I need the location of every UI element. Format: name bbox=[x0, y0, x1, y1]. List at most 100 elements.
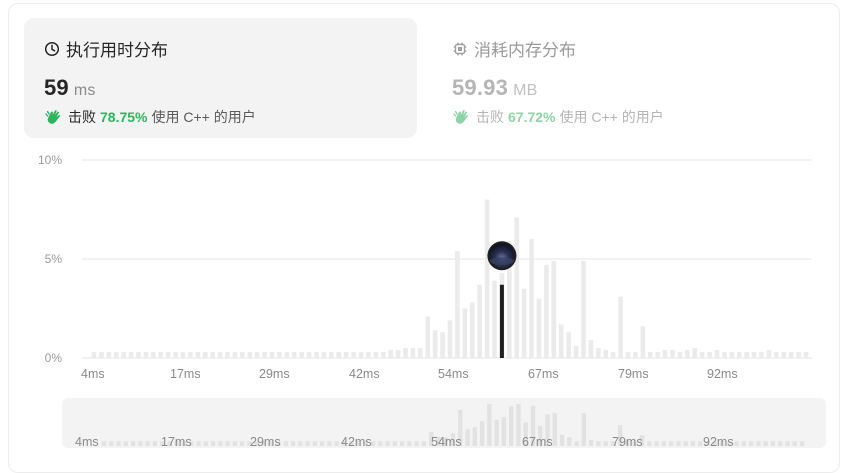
navigator-bar bbox=[465, 429, 470, 446]
distribution-bar bbox=[603, 350, 609, 358]
distribution-bar bbox=[610, 352, 616, 358]
distribution-bar bbox=[388, 350, 393, 358]
distribution-bar bbox=[581, 260, 586, 358]
distribution-bar bbox=[247, 352, 253, 358]
navigator-bar bbox=[414, 441, 419, 446]
navigator-bar bbox=[472, 427, 477, 446]
navigator-bar bbox=[770, 441, 776, 446]
distribution-bar bbox=[143, 352, 149, 358]
navigator-bar bbox=[152, 441, 158, 446]
distribution-bar bbox=[418, 348, 423, 358]
distribution-bar bbox=[662, 350, 668, 358]
x-tick-label: 54ms bbox=[438, 367, 469, 381]
distribution-bar bbox=[173, 352, 178, 358]
navigator-bar bbox=[567, 437, 572, 446]
navigator-bar bbox=[421, 441, 427, 446]
runtime-distribution-chart: 10% 5% 0% 4ms 17ms 29ms 42ms 54ms 67ms 79ms 92ms 4m… bbox=[0, 0, 845, 461]
navigator-bar bbox=[218, 441, 223, 446]
distribution-bar bbox=[180, 352, 186, 358]
y-tick-label: 5% bbox=[45, 252, 63, 266]
navigator-bar bbox=[239, 441, 245, 446]
distribution-bar bbox=[291, 352, 297, 358]
distribution-bar bbox=[128, 352, 134, 358]
distribution-bar bbox=[573, 346, 579, 358]
distribution-bar bbox=[655, 352, 660, 358]
distribution-bar bbox=[225, 352, 230, 358]
y-tick-label: 0% bbox=[45, 351, 63, 365]
navigator-bar bbox=[559, 434, 565, 446]
chart-svg: 10% 5% 0% 4ms 17ms 29ms 42ms 54ms 67ms 79ms 92ms 4m… bbox=[38, 153, 812, 449]
navigator-bar bbox=[756, 441, 761, 446]
distribution-bar bbox=[99, 352, 104, 358]
y-tick-label: 10% bbox=[38, 153, 62, 167]
distribution-bar bbox=[373, 352, 379, 358]
distribution-bar bbox=[744, 352, 749, 358]
distribution-bar bbox=[432, 330, 438, 358]
distribution-bar bbox=[188, 352, 193, 358]
x-tick-label: 29ms bbox=[259, 367, 290, 381]
navigator-bar bbox=[123, 441, 128, 446]
distribution-bar bbox=[380, 352, 386, 358]
navigator-bar bbox=[748, 441, 754, 446]
distribution-bar bbox=[91, 352, 97, 358]
navigator-bar bbox=[676, 441, 681, 446]
distribution-bar bbox=[321, 352, 327, 358]
navigator-bar bbox=[319, 441, 325, 446]
navigator-tick-label: 54ms bbox=[431, 435, 462, 449]
x-tick-label: 79ms bbox=[618, 367, 649, 381]
navigator-tick-label: 17ms bbox=[161, 435, 192, 449]
distribution-bar bbox=[558, 324, 564, 358]
distribution-bar bbox=[736, 352, 742, 358]
distribution-bar bbox=[395, 350, 401, 358]
distribution-bar bbox=[232, 352, 238, 358]
distribution-bar bbox=[358, 352, 364, 358]
navigator-bar bbox=[283, 441, 288, 446]
navigator-bar bbox=[734, 441, 739, 446]
distribution-bar bbox=[403, 348, 408, 358]
distribution-bar bbox=[796, 352, 801, 358]
navigator-bar bbox=[647, 441, 652, 446]
distribution-bar bbox=[269, 352, 275, 358]
distribution-bar bbox=[210, 352, 215, 358]
navigator-tick-label: 29ms bbox=[250, 435, 281, 449]
distribution-bar bbox=[484, 199, 490, 358]
x-tick-label: 4ms bbox=[81, 367, 105, 381]
distribution-bar bbox=[165, 352, 171, 358]
navigator-bar bbox=[138, 441, 143, 446]
distribution-bar bbox=[195, 352, 201, 358]
distribution-bar bbox=[217, 352, 223, 358]
navigator-bar bbox=[668, 441, 674, 446]
x-tick-label: 92ms bbox=[707, 367, 738, 381]
navigator-bar bbox=[785, 441, 790, 446]
distribution-bar bbox=[314, 352, 319, 358]
x-tick-label: 67ms bbox=[528, 367, 559, 381]
distribution-bar bbox=[306, 352, 312, 358]
distribution-bar bbox=[751, 352, 757, 358]
navigator-bar bbox=[327, 441, 332, 446]
navigator-bar bbox=[588, 439, 594, 446]
x-tick-label: 42ms bbox=[349, 367, 380, 381]
highlight-bar bbox=[499, 284, 504, 358]
distribution-bar bbox=[477, 284, 482, 358]
distribution-bar bbox=[240, 352, 245, 358]
x-tick-label: 17ms bbox=[170, 367, 201, 381]
distribution-bar bbox=[136, 352, 141, 358]
distribution-bar bbox=[633, 352, 638, 358]
navigator-bar bbox=[501, 417, 507, 446]
distribution-bar bbox=[774, 352, 779, 358]
navigator-bar bbox=[690, 441, 696, 446]
distribution-bar bbox=[588, 340, 594, 358]
navigator-bar bbox=[792, 441, 797, 446]
distribution-bar bbox=[714, 350, 720, 358]
navigator-bar bbox=[763, 441, 768, 446]
distribution-bar bbox=[596, 348, 601, 358]
navigator-bar bbox=[334, 441, 339, 446]
distribution-bar bbox=[707, 352, 712, 358]
distribution-bar bbox=[670, 350, 675, 358]
distribution-bar bbox=[262, 352, 267, 358]
distribution-bar bbox=[759, 352, 764, 358]
navigator-bar bbox=[305, 441, 310, 446]
distribution-bar bbox=[625, 352, 631, 358]
navigator-bar bbox=[145, 441, 150, 446]
distribution-bar bbox=[492, 280, 497, 358]
